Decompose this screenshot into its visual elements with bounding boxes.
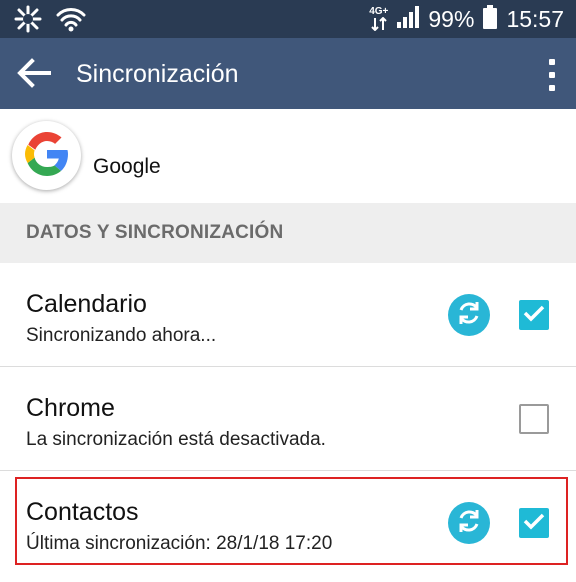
checkmark-icon <box>523 304 545 326</box>
sync-item-status: La sincronización está desactivada. <box>26 429 326 450</box>
account-name: Google <box>93 155 161 178</box>
sync-item-status: Sincronizando ahora... <box>26 325 217 346</box>
network-type-label: 4G+ <box>369 6 389 17</box>
overflow-menu-dot <box>549 72 555 78</box>
sync-item-title: Chrome <box>26 394 115 422</box>
page-title: Sincronización <box>76 60 239 88</box>
back-arrow-icon <box>17 58 51 92</box>
account-header: Google <box>0 109 576 203</box>
section-title: DATOS Y SINCRONIZACIÓN <box>26 222 284 243</box>
sync-icon <box>455 299 483 331</box>
battery-icon <box>482 4 498 34</box>
sync-item-status: Última sincronización: 28/1/18 17:20 <box>26 533 333 554</box>
google-logo-icon <box>23 130 71 182</box>
checkmark-icon <box>523 512 545 534</box>
sync-icon <box>455 507 483 539</box>
sync-item-calendar[interactable]: Calendario Sincronizando ahora... <box>0 263 576 366</box>
sync-now-button[interactable] <box>448 502 490 544</box>
signal-icon <box>396 5 420 33</box>
sync-item-title: Contactos <box>26 498 139 526</box>
sync-now-button[interactable] <box>448 294 490 336</box>
battery-percent: 99% <box>428 6 475 32</box>
sync-item-title: Calendario <box>26 290 147 318</box>
sync-checkbox[interactable] <box>519 404 549 434</box>
section-header: DATOS Y SINCRONIZACIÓN <box>0 203 576 263</box>
overflow-menu-dot <box>549 85 555 91</box>
status-left-icons <box>14 5 86 37</box>
lte-data-icon: 4G+ <box>369 7 388 31</box>
wifi-icon <box>56 6 86 36</box>
sync-item-contacts[interactable]: Contactos Última sincronización: 28/1/18… <box>0 471 576 574</box>
sync-checkbox[interactable] <box>519 300 549 330</box>
sync-item-chrome[interactable]: Chrome La sincronización está desactivad… <box>0 367 576 470</box>
status-bar: 4G+ 99% 15:57 <box>0 0 576 38</box>
clock: 15:57 <box>506 6 564 32</box>
sync-checkbox[interactable] <box>519 508 549 538</box>
app-bar: Sincronización <box>0 38 576 109</box>
overflow-menu-button[interactable] <box>546 55 558 95</box>
brightness-icon <box>14 5 42 37</box>
account-avatar <box>12 121 81 190</box>
overflow-menu-icon <box>549 59 555 65</box>
status-right-icons: 4G+ 99% 15:57 <box>369 3 564 35</box>
back-button[interactable] <box>14 55 54 95</box>
